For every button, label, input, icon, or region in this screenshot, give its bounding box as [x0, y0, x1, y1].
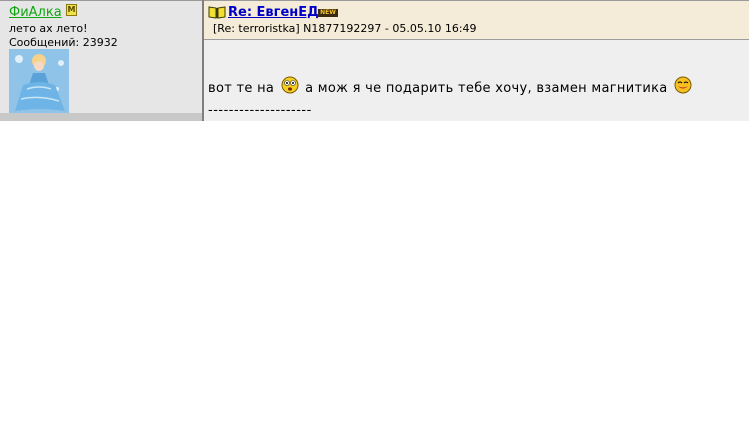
author-status-text: лето ах лето! — [9, 22, 88, 35]
post-text-part1: вот те на — [208, 81, 275, 96]
post-meta: [Re: terroristka] N1877192297 - 05.05.10… — [213, 22, 477, 35]
signature-separator: -------------------- — [208, 103, 312, 118]
avatar-image — [9, 49, 69, 113]
book-icon — [208, 6, 226, 19]
post-subject-link[interactable]: Re: ЕвгенЕД — [228, 5, 319, 20]
post-message-text: вот те на а мож я че подарить тебе хочу,… — [208, 76, 694, 96]
surprised-smiley-icon — [281, 76, 299, 94]
author-username-link[interactable]: ФиАлка — [9, 5, 62, 20]
author-message-count: Сообщений: 23932 — [9, 36, 118, 49]
tongue-smiley-icon — [674, 76, 692, 94]
post-text-part2: а мож я че подарить тебе хочу, взамен ма… — [305, 81, 668, 96]
new-badge-icon: NEW — [318, 9, 338, 17]
moderator-badge-icon: M — [66, 4, 77, 16]
author-panel-scrollbar[interactable] — [0, 113, 202, 121]
